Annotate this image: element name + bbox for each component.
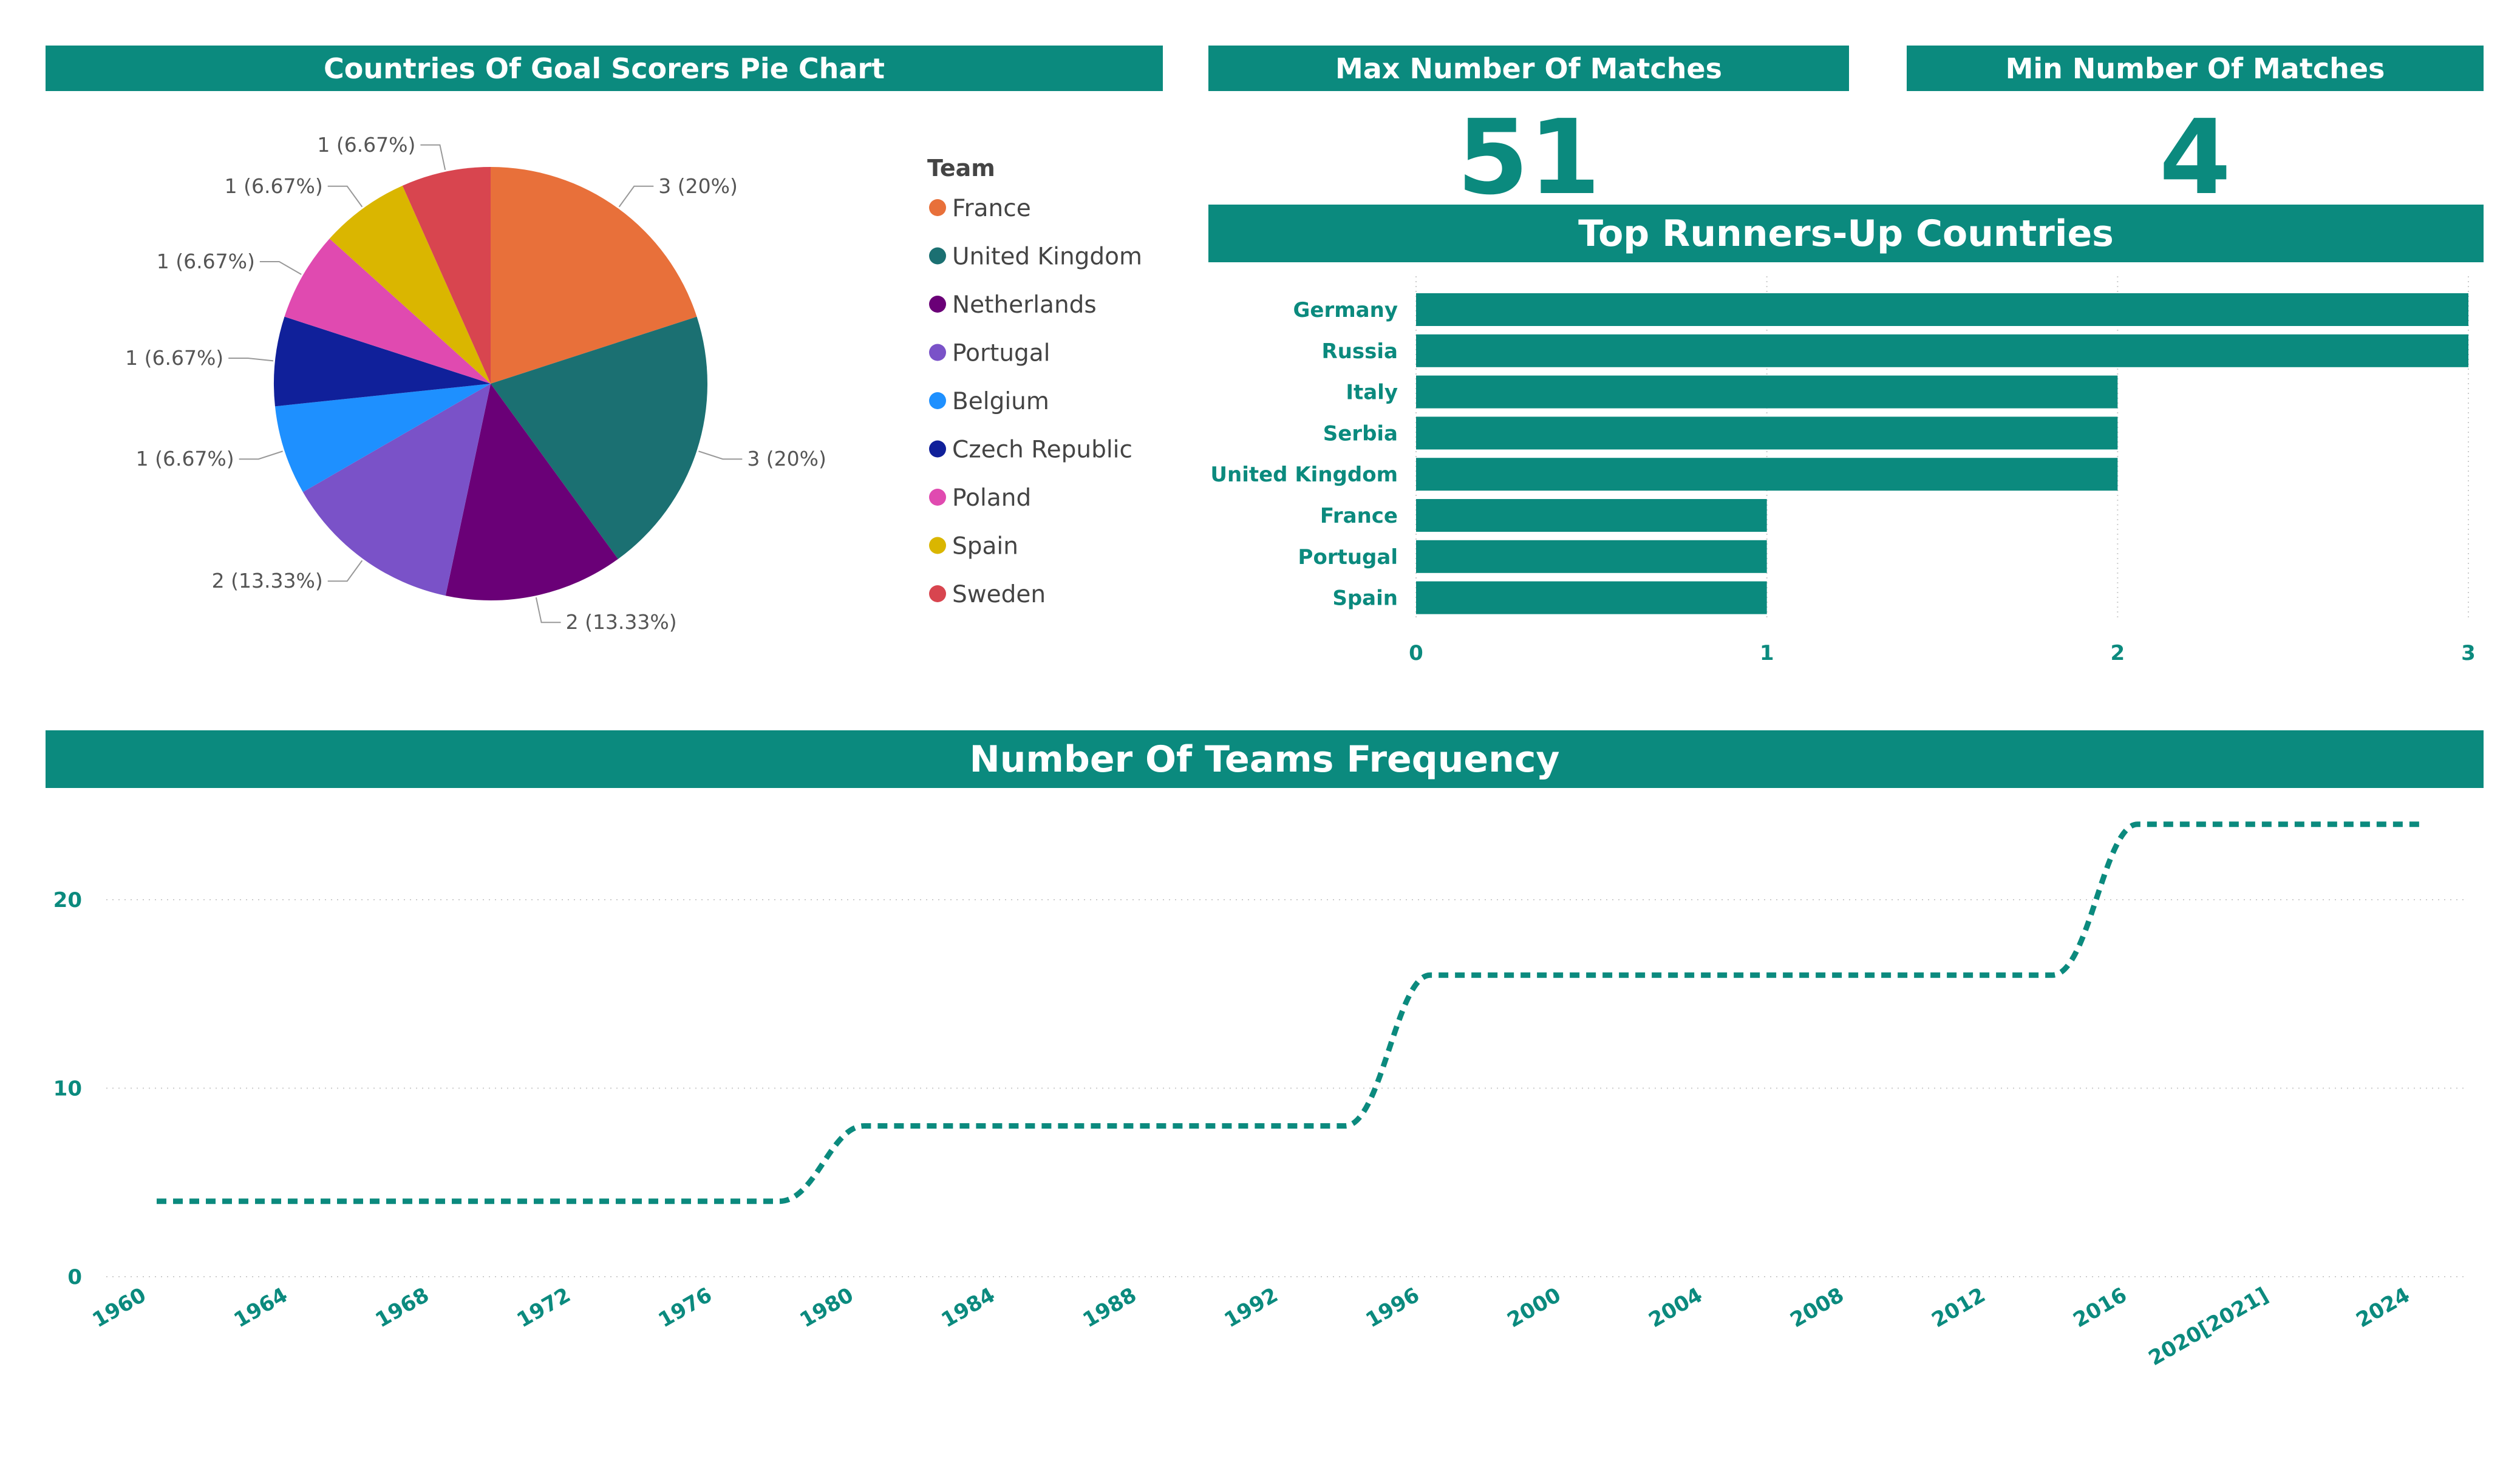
line-x-tick: 1984 — [938, 1283, 999, 1333]
line-x-tick: 1976 — [655, 1283, 717, 1333]
line-x-tick: 2000 — [1503, 1283, 1565, 1333]
line-y-tick: 20 — [53, 888, 82, 912]
line-x-tick: 1964 — [230, 1283, 292, 1333]
line-y-tick: 0 — [67, 1265, 82, 1289]
line-x-tick: 1968 — [372, 1283, 434, 1333]
line-x-tick: 1960 — [89, 1283, 151, 1333]
line-x-tick: 1988 — [1079, 1283, 1141, 1333]
teams-frequency-line-chart: 0 10 20 1960 1964 1968 1972 1976 1980 1984 1988 199… — [53, 821, 2468, 1371]
line-x-tick: 2020[2021] — [2145, 1283, 2273, 1371]
line-series — [157, 821, 2420, 1204]
line-x-tick: 2016 — [2069, 1283, 2131, 1333]
line-x-tick: 2024 — [2352, 1283, 2414, 1333]
line-x-tick: 1972 — [513, 1283, 575, 1333]
line-x-tick: 1992 — [1221, 1283, 1282, 1333]
line-y-tick: 10 — [53, 1077, 82, 1101]
line-x-tick: 2012 — [1928, 1283, 1990, 1333]
line-x-tick: 1996 — [1362, 1283, 1424, 1333]
line-x-tick: 2008 — [1786, 1283, 1848, 1333]
line-x-tick: 1980 — [796, 1283, 858, 1333]
line-x-tick: 2004 — [1645, 1283, 1707, 1333]
